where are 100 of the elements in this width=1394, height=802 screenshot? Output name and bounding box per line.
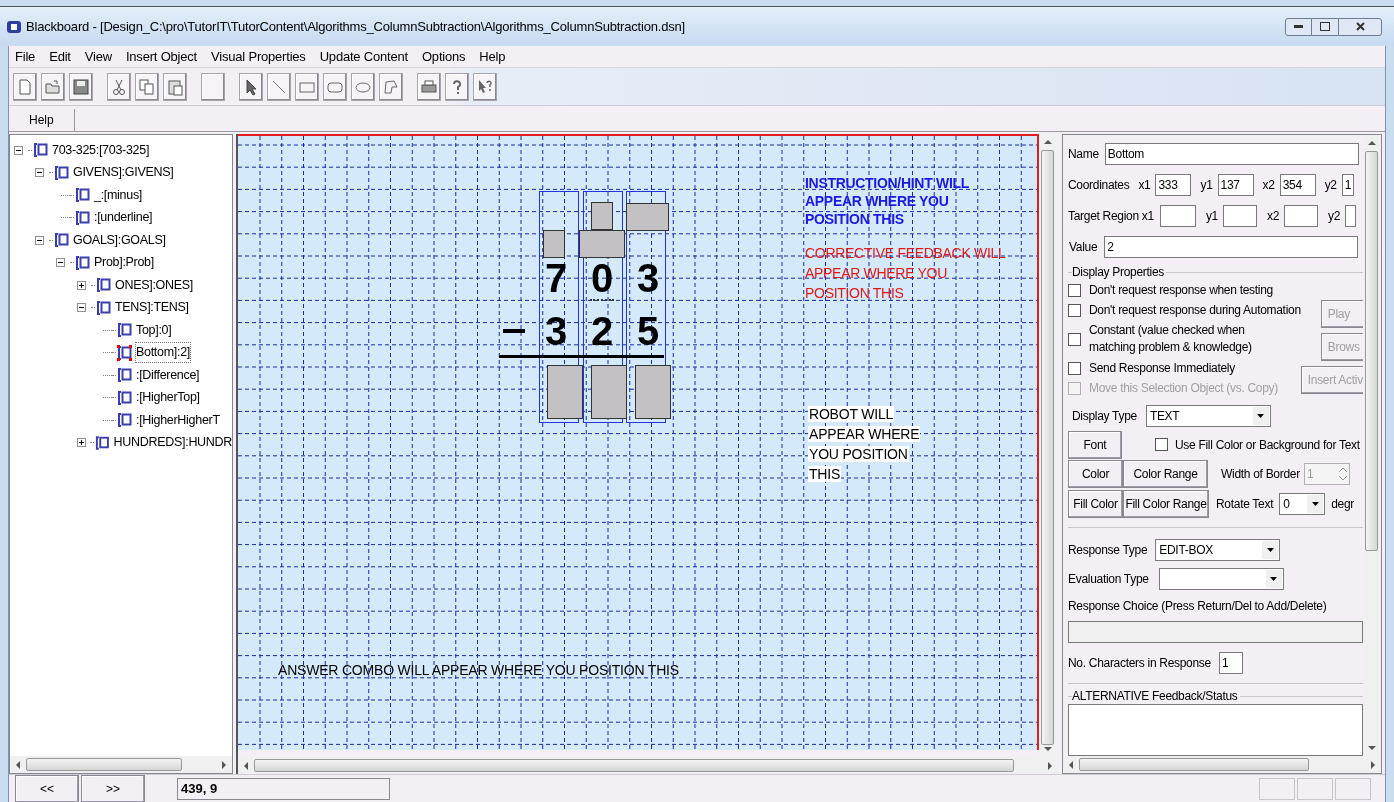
next-button[interactable]: >> [81,774,145,802]
color-range-button[interactable]: Color Range [1123,460,1208,488]
rounded-rectangle-button[interactable] [323,72,347,101]
input-field[interactable] [1159,204,1196,227]
tree-item[interactable]: Bottom]:2] [136,343,190,363]
display-type-select[interactable]: TEXT [1145,405,1271,427]
digit[interactable]: 5 [632,311,664,351]
input-field[interactable]: 1 [1218,652,1243,674]
evaluation-type-select[interactable] [1158,567,1284,590]
digit[interactable]: 3 [540,311,572,351]
placeholder-box[interactable] [543,230,565,258]
tree-item[interactable]: HUNDREDS]:HUNDR [113,433,232,453]
close-button[interactable] [1338,17,1382,36]
digit[interactable]: 2 [586,311,618,351]
horizontal-scrollbar[interactable] [10,756,232,773]
input-field[interactable] [1284,204,1319,227]
checkbox-label[interactable]: Don't request response when testing [1089,281,1273,299]
input-field[interactable]: 2 [1104,235,1359,258]
vertical-scrollbar[interactable] [1363,135,1380,756]
checkbox[interactable] [1155,438,1168,451]
menu-item[interactable]: Edit [49,46,71,67]
placeholder-box[interactable] [626,203,669,231]
input-field[interactable] [1345,204,1357,227]
horizontal-scrollbar[interactable] [238,757,1058,774]
collapse-toggle[interactable] [77,303,86,313]
menu-item[interactable]: Visual Properties [211,46,306,67]
blank-button[interactable] [201,72,225,101]
checkbox[interactable] [1068,361,1081,375]
collapse-toggle[interactable] [35,168,44,178]
checkbox[interactable] [1068,303,1081,317]
response-type-select[interactable]: EDIT-BOX [1155,539,1281,561]
maximize-button[interactable] [1312,17,1338,36]
print-button[interactable] [417,72,441,101]
input-field[interactable]: 333 [1155,173,1192,196]
expand-toggle[interactable] [77,280,86,290]
menu-item[interactable]: Options [421,46,466,67]
tree-item[interactable]: Prob]:Prob] [94,253,154,273]
rectangle-button[interactable] [295,72,319,101]
collapse-toggle[interactable] [35,235,44,245]
context-help-button[interactable] [473,72,497,101]
fill-color-range-button[interactable]: Fill Color Range [1123,490,1209,518]
tree-item[interactable]: GOALS]:GOALS] [73,230,166,250]
paste-button[interactable] [163,72,187,101]
minimize-button[interactable] [1285,17,1312,36]
digit[interactable]: 0 [586,258,618,298]
checkbox-label[interactable]: Use Fill Color or Background for Text [1175,435,1360,454]
placeholder-box[interactable] [547,365,583,419]
answer-combo-text[interactable]: ANSWER COMBO WILL APPEAR WHERE YOU POSITION THIS [278,660,679,681]
font-button[interactable]: Font [1068,430,1122,459]
tree-item[interactable]: ONES]:ONES] [115,275,193,295]
expand-toggle[interactable] [77,438,86,448]
checkbox-label[interactable]: Send Response Immediately [1089,359,1235,377]
tree-item[interactable]: :[HigherHigherT [136,410,220,430]
input-field[interactable]: 1 [1341,173,1354,196]
checkbox-label[interactable]: Don't request response during Automation [1089,301,1301,319]
checkbox[interactable] [1068,283,1081,297]
menu-item[interactable]: Insert Object [125,46,198,67]
new-button[interactable] [13,72,37,101]
tree-item[interactable]: :[underline] [94,208,153,228]
menu-item[interactable]: Help [479,46,506,67]
tree-item[interactable]: Top]:0] [136,320,172,340]
input-field[interactable]: 354 [1279,173,1316,196]
placeholder-box[interactable] [591,365,627,419]
digit[interactable]: 3 [632,258,664,298]
input-field[interactable]: 137 [1217,173,1254,196]
tree-item[interactable]: _:[minus] [94,185,142,205]
select-button[interactable] [239,72,263,101]
checkbox[interactable] [1068,332,1081,346]
feedback-textarea[interactable] [1068,704,1363,756]
tree-item[interactable]: 703-325:[703-325] [52,140,150,160]
fill-color-button[interactable]: Fill Color [1068,490,1123,518]
open-button[interactable] [41,72,65,101]
horizontal-scrollbar[interactable] [1063,756,1381,773]
menu-item[interactable]: File [15,46,36,67]
color-button[interactable]: Color [1068,460,1123,488]
help-button[interactable] [445,72,469,101]
placeholder-box[interactable] [591,202,613,230]
previous-button[interactable]: << [15,774,79,802]
placeholder-box[interactable] [635,365,671,419]
polygon-button[interactable] [379,72,403,101]
placeholder-box[interactable] [579,230,625,258]
menu-item[interactable]: Update Content [319,46,408,67]
ellipse-button[interactable] [351,72,375,101]
copy-button[interactable] [135,72,159,101]
input-field[interactable] [1223,204,1257,227]
instruction-text[interactable]: INSTRUCTION/HINT WILL APPEAR WHERE YOU POSITION THIS [805,174,995,228]
tree-item[interactable]: :[HigherTop] [136,388,200,408]
collapse-toggle[interactable] [56,258,65,268]
tree-item[interactable]: GIVENS]:GIVENS] [73,163,174,183]
line-button[interactable] [267,72,291,101]
tree-item[interactable]: TENS]:TENS] [115,298,189,318]
digit[interactable]: 7 [540,258,572,298]
tree-item[interactable]: :[Difference] [136,365,200,385]
save-button[interactable] [69,72,93,101]
collapse-toggle[interactable] [14,145,23,155]
response-choice-field[interactable] [1068,621,1363,643]
rotate-select[interactable]: 0 [1279,493,1326,515]
feedback-text[interactable]: CORRECTIVE FEEDBACK WILL APPEAR WHERE YOU POSITION THIS [805,243,1010,303]
vertical-scrollbar[interactable] [1039,134,1056,757]
dotted-marker[interactable] [590,299,614,302]
